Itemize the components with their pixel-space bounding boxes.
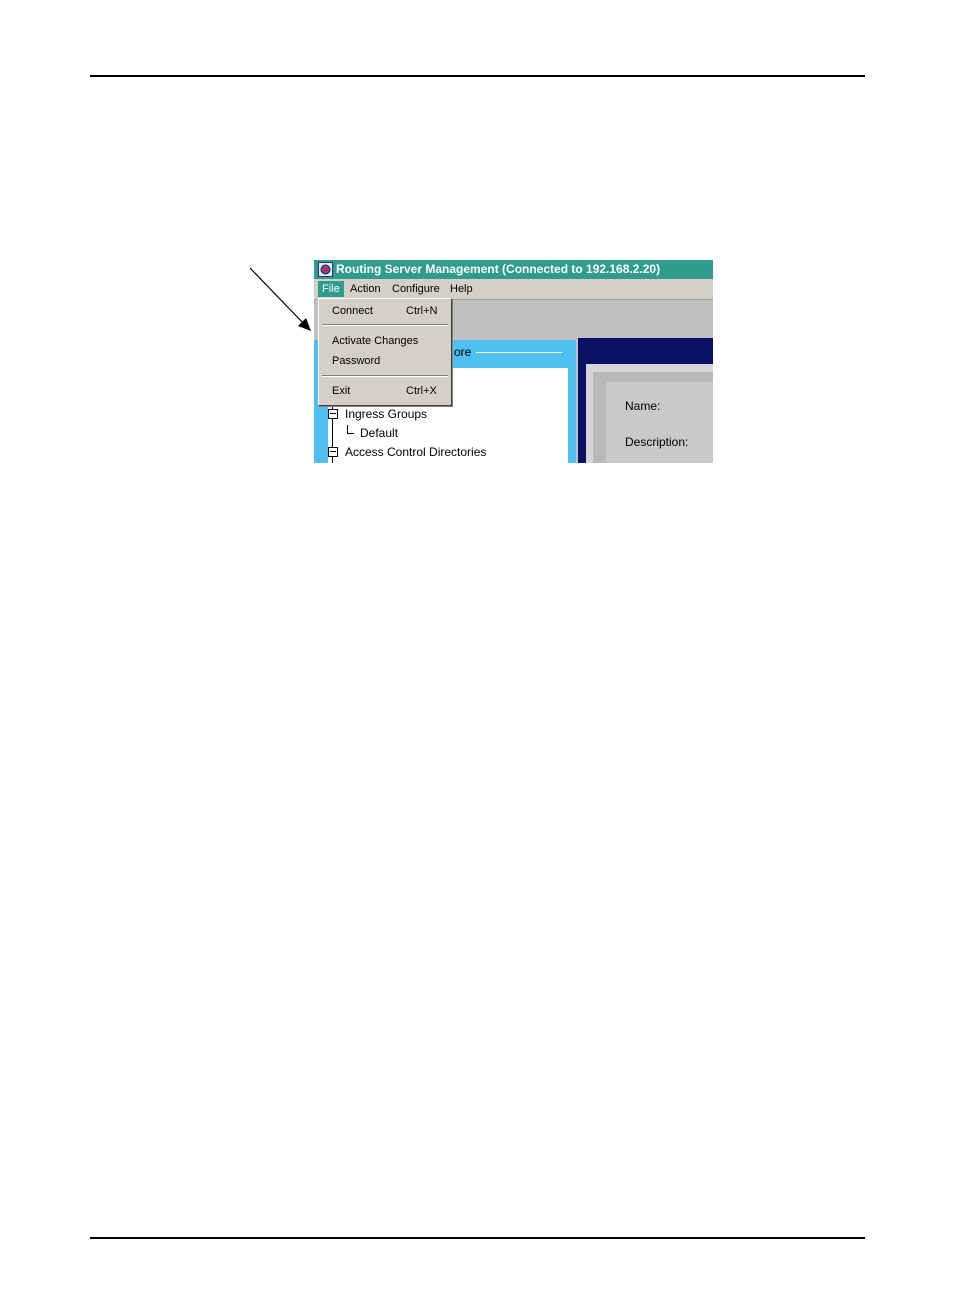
menu-help[interactable]: Help [446, 281, 477, 297]
title-bar: Routing Server Management (Connected to … [314, 260, 713, 279]
collapse-icon[interactable] [328, 409, 338, 419]
name-label: Name: [625, 399, 661, 413]
callout-arrow [249, 267, 311, 331]
menu-bar: File Action Configure Help [314, 279, 713, 300]
group-label: ore [452, 345, 474, 359]
group-border-line [476, 352, 562, 353]
file-menu-dropdown: Connect Ctrl+N Activate Changes Password… [318, 298, 452, 406]
menu-item-label: Connect [332, 305, 373, 317]
window-title: Routing Server Management (Connected to … [336, 262, 661, 276]
page-header-rule [90, 75, 865, 77]
page-footer-rule [90, 1237, 865, 1239]
tree-item-default[interactable]: Default [360, 426, 398, 440]
menu-file[interactable]: File [318, 281, 344, 297]
menu-item-shortcut: Ctrl+N [406, 305, 438, 317]
menu-item-label: Password [332, 355, 381, 367]
collapse-icon[interactable] [328, 447, 338, 457]
app-icon [318, 262, 333, 277]
file-menu-activate-changes[interactable]: Activate Changes [319, 332, 451, 350]
menu-separator [322, 324, 448, 326]
file-menu-connect[interactable]: Connect Ctrl+N [319, 302, 451, 320]
tree-item-ingress-groups[interactable]: Ingress Groups [345, 407, 427, 421]
file-menu-exit[interactable]: Exit Ctrl+X [319, 382, 451, 400]
detail-panel-inner [606, 382, 713, 463]
menu-item-shortcut: Ctrl+X [406, 385, 437, 397]
menu-item-label: Activate Changes [332, 335, 419, 347]
menu-item-label: Exit [332, 385, 351, 397]
app-screenshot: Routing Server Management (Connected to … [314, 260, 713, 463]
tree-elbow-icon [347, 425, 354, 434]
tree-item-access-control-directories[interactable]: Access Control Directories [345, 445, 486, 459]
description-label: Description: [625, 435, 689, 449]
menu-configure[interactable]: Configure [388, 281, 444, 297]
menu-separator [322, 375, 448, 377]
menu-action[interactable]: Action [346, 281, 385, 297]
file-menu-password[interactable]: Password [319, 352, 451, 370]
